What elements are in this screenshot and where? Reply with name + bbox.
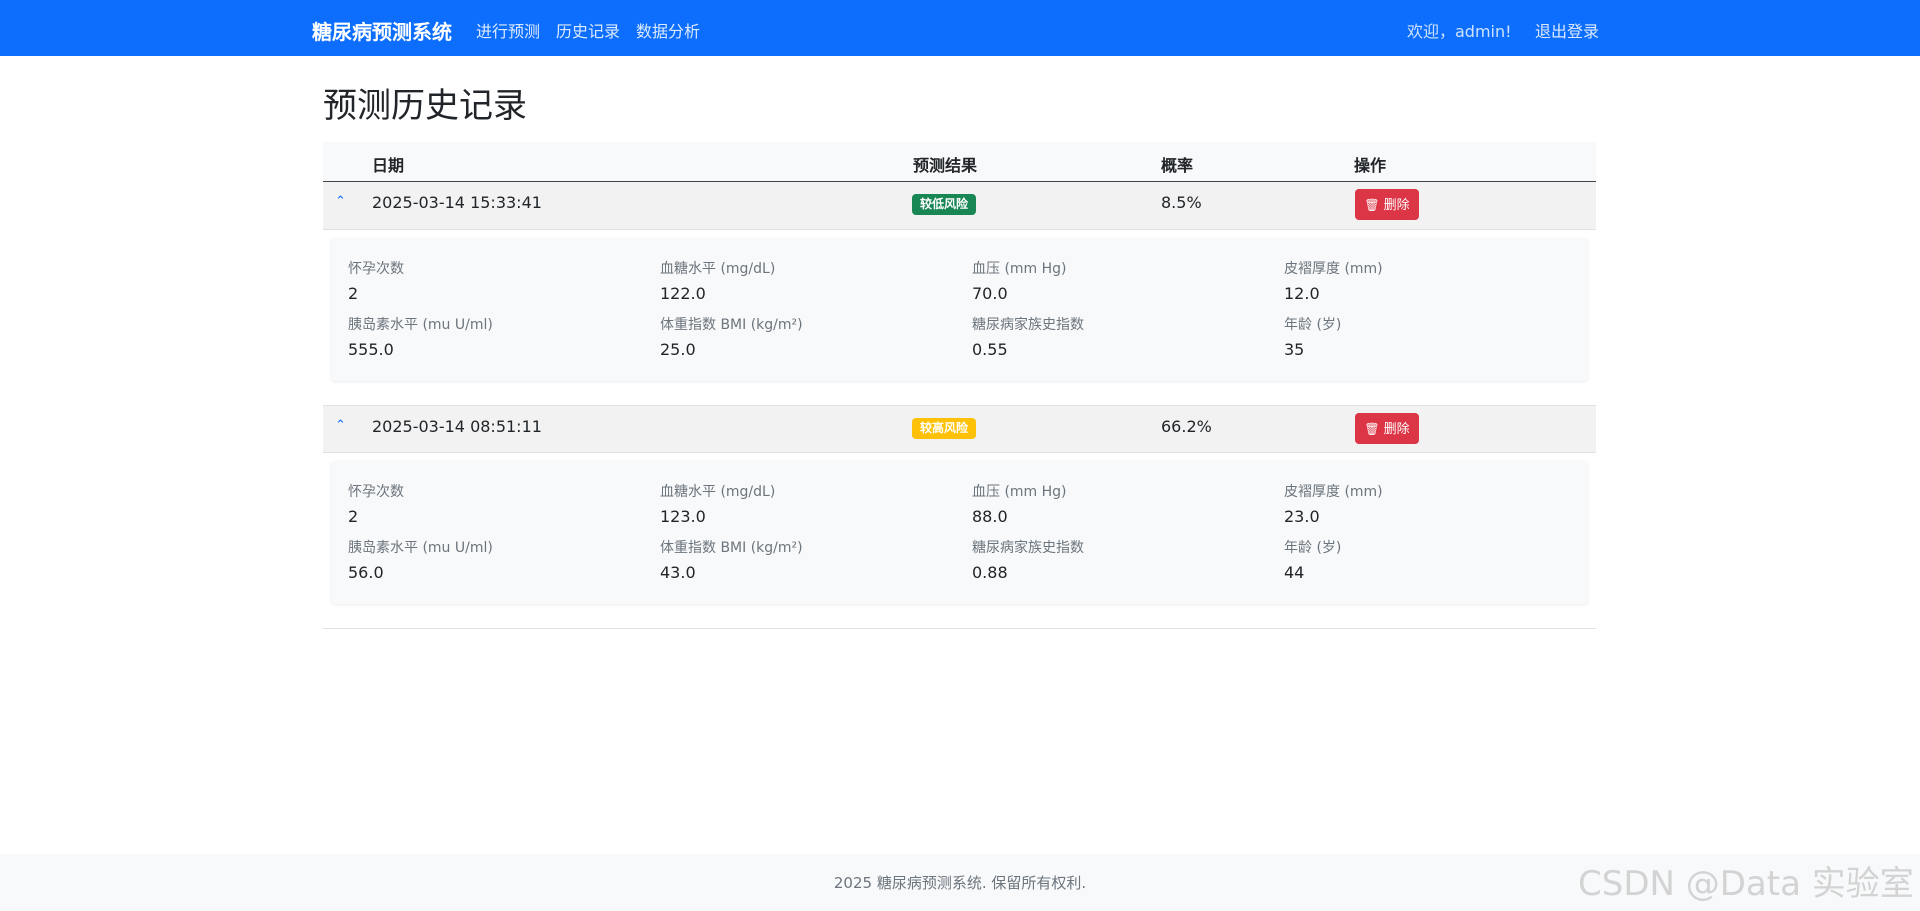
status-badge: 较低风险 — [912, 194, 977, 215]
detail-value: 122.0 — [660, 284, 706, 303]
trash-icon: 🗑 — [1364, 198, 1380, 212]
detail-value: 2 — [348, 284, 359, 303]
header-action: 操作 — [1354, 156, 1387, 175]
table-bottom-border — [323, 628, 1596, 629]
detail-field: 皮褶厚度 (mm) 23.0 — [1284, 481, 1574, 526]
detail-value: 43.0 — [660, 563, 696, 582]
table-row[interactable]: ⌃ 2025-03-14 08:51:11 较高风险 66.2% 🗑 删除 — [323, 405, 1596, 453]
header-result: 预测结果 — [913, 156, 978, 175]
detail-value: 70.0 — [972, 284, 1008, 303]
detail-label: 血糖水平 (mg/dL) — [660, 261, 776, 277]
detail-value: 44 — [1284, 563, 1305, 582]
detail-card: 怀孕次数 2 血糖水平 (mg/dL) 122.0 血压 (mm Hg) 70.0 皮… — [331, 238, 1588, 381]
detail-label: 年龄 (岁) — [1284, 540, 1342, 556]
row-probability: 66.2% — [1161, 417, 1212, 436]
detail-label: 怀孕次数 — [348, 484, 404, 500]
row-probability: 8.5% — [1161, 193, 1202, 212]
header-date: 日期 — [372, 156, 405, 175]
detail-field: 血压 (mm Hg) 88.0 — [972, 481, 1262, 526]
header-probability: 概率 — [1161, 156, 1194, 175]
detail-label: 皮褶厚度 (mm) — [1284, 484, 1383, 500]
detail-field: 体重指数 BMI (kg/m²) 25.0 — [660, 314, 950, 359]
detail-label: 体重指数 BMI (kg/m²) — [660, 317, 803, 333]
detail-field: 怀孕次数 2 — [348, 258, 638, 303]
logout-link[interactable]: 退出登录 — [1535, 18, 1599, 42]
detail-value: 35 — [1284, 340, 1305, 359]
welcome-text: 欢迎，admin! — [1407, 22, 1512, 41]
detail-value: 25.0 — [660, 340, 696, 359]
brand-logo[interactable]: 糖尿病预测系统 — [312, 16, 452, 45]
detail-label: 皮褶厚度 (mm) — [1284, 261, 1383, 277]
row-details: 怀孕次数 2 血糖水平 (mg/dL) 122.0 血压 (mm Hg) 70.0 皮… — [323, 230, 1596, 405]
status-badge: 较高风险 — [912, 418, 977, 439]
detail-label: 年龄 (岁) — [1284, 317, 1342, 333]
detail-label: 血压 (mm Hg) — [972, 261, 1067, 277]
watermark: CSDN @Data 实验室 — [1578, 864, 1914, 904]
detail-field: 血糖水平 (mg/dL) 122.0 — [660, 258, 950, 303]
detail-field: 糖尿病家族史指数 0.55 — [972, 314, 1262, 359]
detail-value: 555.0 — [348, 340, 394, 359]
nav-link-predict[interactable]: 进行预测 — [476, 18, 540, 42]
detail-field: 体重指数 BMI (kg/m²) 43.0 — [660, 537, 950, 582]
detail-label: 糖尿病家族史指数 — [972, 540, 1084, 556]
detail-field: 血压 (mm Hg) 70.0 — [972, 258, 1262, 303]
detail-field: 糖尿病家族史指数 0.88 — [972, 537, 1262, 582]
chevron-up-icon[interactable]: ⌃ — [335, 418, 346, 433]
detail-field: 年龄 (岁) 44 — [1284, 537, 1574, 582]
detail-label: 胰岛素水平 (mu U/ml) — [348, 540, 493, 556]
detail-label: 血压 (mm Hg) — [972, 484, 1067, 500]
detail-field: 胰岛素水平 (mu U/ml) 555.0 — [348, 314, 638, 359]
nav-link-analysis[interactable]: 数据分析 — [636, 18, 700, 42]
chevron-up-icon[interactable]: ⌃ — [335, 194, 346, 209]
detail-value: 0.88 — [972, 563, 1008, 582]
detail-value: 12.0 — [1284, 284, 1320, 303]
detail-field: 怀孕次数 2 — [348, 481, 638, 526]
table-header: 日期 预测结果 概率 操作 — [323, 142, 1596, 182]
history-table: 日期 预测结果 概率 操作 ⌃ 2025-03-14 15:33:41 较低风险… — [323, 142, 1596, 629]
detail-value: 23.0 — [1284, 507, 1320, 526]
delete-button[interactable]: 🗑 删除 — [1355, 189, 1419, 220]
delete-button[interactable]: 🗑 删除 — [1355, 413, 1419, 444]
row-date: 2025-03-14 08:51:11 — [372, 417, 542, 436]
detail-label: 糖尿病家族史指数 — [972, 317, 1084, 333]
detail-card: 怀孕次数 2 血糖水平 (mg/dL) 123.0 血压 (mm Hg) 88.0 皮… — [331, 461, 1588, 604]
detail-label: 体重指数 BMI (kg/m²) — [660, 540, 803, 556]
detail-value: 2 — [348, 507, 359, 526]
detail-label: 怀孕次数 — [348, 261, 404, 277]
nav-link-history[interactable]: 历史记录 — [556, 18, 620, 42]
table-row[interactable]: ⌃ 2025-03-14 15:33:41 较低风险 8.5% 🗑 删除 — [323, 182, 1596, 230]
page-title: 预测历史记录 — [323, 86, 527, 126]
detail-field: 血糖水平 (mg/dL) 123.0 — [660, 481, 950, 526]
detail-field: 胰岛素水平 (mu U/ml) 56.0 — [348, 537, 638, 582]
row-details: 怀孕次数 2 血糖水平 (mg/dL) 123.0 血压 (mm Hg) 88.0 皮… — [323, 453, 1596, 628]
detail-label: 胰岛素水平 (mu U/ml) — [348, 317, 493, 333]
detail-value: 56.0 — [348, 563, 384, 582]
detail-value: 88.0 — [972, 507, 1008, 526]
delete-label: 删除 — [1383, 421, 1410, 436]
detail-field: 皮褶厚度 (mm) 12.0 — [1284, 258, 1574, 303]
delete-label: 删除 — [1383, 197, 1410, 212]
row-date: 2025-03-14 15:33:41 — [372, 193, 542, 212]
trash-icon: 🗑 — [1364, 422, 1380, 436]
top-navbar: 糖尿病预测系统 进行预测 历史记录 数据分析 欢迎，admin! 退出登录 — [0, 0, 1920, 56]
detail-label: 血糖水平 (mg/dL) — [660, 484, 776, 500]
detail-value: 0.55 — [972, 340, 1008, 359]
detail-field: 年龄 (岁) 35 — [1284, 314, 1574, 359]
detail-value: 123.0 — [660, 507, 706, 526]
